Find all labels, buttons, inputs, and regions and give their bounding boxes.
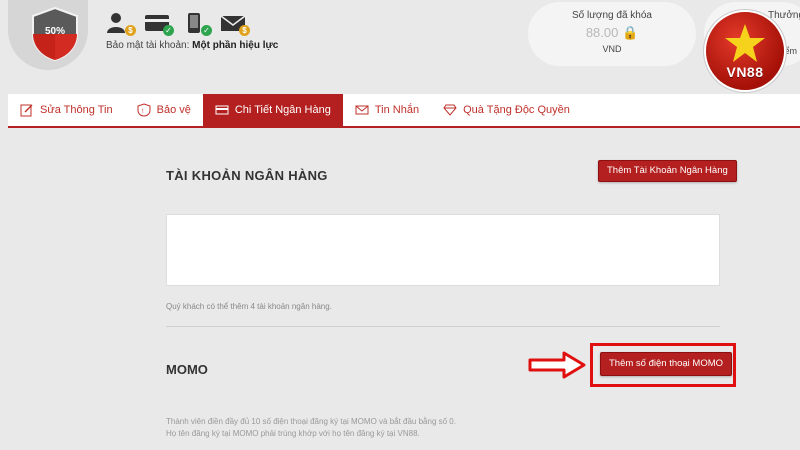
security-percent: 50% bbox=[44, 26, 65, 37]
logo-text: VN88 bbox=[726, 64, 764, 80]
locked-unit: VND bbox=[602, 44, 622, 54]
tab-label: Quà Tặng Độc Quyền bbox=[463, 104, 570, 116]
locked-balance-card: Số lượng đã khóa 88.00 🔒 VND bbox=[528, 2, 696, 66]
arrow-right-icon bbox=[528, 351, 586, 379]
tab-protection[interactable]: ! Bảo vệ bbox=[125, 94, 203, 126]
tab-bank-details[interactable]: Chi Tiết Ngân Hàng bbox=[202, 94, 343, 126]
security-icons: $ ✓ ✓ $ bbox=[106, 12, 250, 36]
diamond-icon bbox=[443, 104, 457, 116]
locked-value: 88.00 🔒 bbox=[585, 25, 639, 40]
svg-text:!: ! bbox=[142, 109, 144, 115]
security-meter: 50% bbox=[8, 0, 88, 70]
account-tabs: Sửa Thông Tin ! Bảo vệ Chi Tiết Ngân Hàn… bbox=[8, 94, 800, 128]
mail-dollar-icon: $ bbox=[220, 12, 250, 36]
card-check-icon: ✓ bbox=[144, 12, 174, 36]
shield-icon: ! bbox=[137, 103, 151, 117]
star-icon bbox=[725, 24, 765, 62]
tab-label: Bảo vệ bbox=[156, 104, 191, 116]
mail-icon bbox=[355, 105, 369, 115]
momo-section-title: MOMO bbox=[166, 362, 208, 377]
momo-notes: Thành viên điền đầy đủ 10 số điện thoại … bbox=[166, 416, 456, 440]
account-header: 50% $ ✓ ✓ $ Bảo mật tài khoản: Một phần … bbox=[0, 0, 800, 92]
security-status: Một phần hiệu lực bbox=[192, 40, 279, 51]
momo-note-line: Thành viên điền đầy đủ 10 số điện thoại … bbox=[166, 417, 456, 426]
bank-section-title: TÀI KHOẢN NGÂN HÀNG bbox=[166, 168, 328, 183]
add-bank-account-button[interactable]: Thêm Tài Khoản Ngân Hàng bbox=[598, 160, 737, 182]
security-status-line: Bảo mật tài khoản: Một phần hiệu lực bbox=[106, 40, 278, 51]
lock-icon: 🔒 bbox=[621, 25, 639, 40]
tab-label: Chi Tiết Ngân Hàng bbox=[234, 104, 331, 116]
bank-account-list bbox=[166, 214, 720, 286]
card-icon bbox=[215, 105, 229, 115]
section-divider bbox=[166, 326, 720, 327]
security-label: Bảo mật tài khoản: bbox=[106, 40, 190, 51]
locked-label: Số lượng đã khóa bbox=[572, 10, 652, 21]
momo-note-line: Họ tên đăng ký tại MOMO phải trùng khớp … bbox=[166, 429, 420, 438]
edit-icon bbox=[20, 104, 33, 117]
add-momo-phone-button[interactable]: Thêm số điện thoại MOMO bbox=[600, 352, 733, 376]
tab-messages[interactable]: Tin Nhắn bbox=[343, 94, 431, 126]
tab-edit-info[interactable]: Sửa Thông Tin bbox=[8, 94, 125, 126]
bank-details-panel: TÀI KHOẢN NGÂN HÀNG Thêm Tài Khoản Ngân … bbox=[8, 136, 800, 450]
vn88-logo: VN88 bbox=[706, 12, 784, 90]
tab-exclusive-gifts[interactable]: Quà Tặng Độc Quyền bbox=[431, 94, 582, 126]
reward-label: Thưởng bbox=[768, 10, 800, 21]
user-dollar-icon: $ bbox=[106, 12, 136, 36]
tab-label: Sửa Thông Tin bbox=[40, 104, 113, 116]
tab-label: Tin Nhắn bbox=[374, 104, 420, 116]
phone-check-icon: ✓ bbox=[182, 12, 212, 36]
bank-note: Quý khách có thể thêm 4 tài khoản ngân h… bbox=[166, 302, 332, 311]
